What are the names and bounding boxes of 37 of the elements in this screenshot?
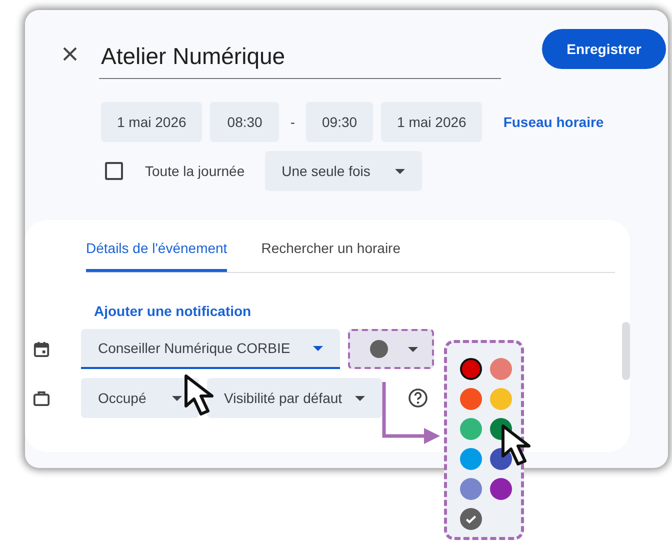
help-icon[interactable] [408, 388, 428, 408]
all-day-checkbox[interactable] [105, 162, 123, 180]
briefcase-icon [33, 390, 50, 406]
color-swatch[interactable] [460, 478, 482, 500]
color-picker-button[interactable] [348, 329, 434, 369]
color-swatch[interactable] [460, 418, 482, 440]
title-field[interactable]: Atelier Numérique [99, 33, 501, 79]
color-swatch[interactable] [490, 388, 512, 410]
tab[interactable]: Détails de l'événement [86, 220, 228, 272]
date-time-field[interactable]: 08:30 [210, 102, 280, 142]
tab[interactable]: Rechercher un horaire [261, 220, 400, 272]
color-swatch[interactable] [460, 388, 482, 410]
visibility-dropdown[interactable]: Visibilité par défaut [207, 378, 382, 418]
color-swatch[interactable] [460, 448, 482, 470]
caret-icon [172, 396, 182, 400]
timezone-link[interactable]: Fuseau horaire [503, 114, 604, 130]
annotation-arrow [382, 382, 442, 442]
scrollbar[interactable] [622, 322, 630, 380]
close-icon[interactable] [63, 47, 77, 61]
add-notification-link[interactable]: Ajouter une notification [94, 303, 630, 319]
caret-icon [355, 396, 365, 400]
color-swatch[interactable] [490, 358, 512, 380]
all-day-label: Toute la journée [145, 163, 245, 179]
date-time-field[interactable]: 1 mai 2026 [381, 102, 482, 142]
caret-icon [394, 168, 405, 174]
range-separator: - [290, 114, 295, 130]
repeat-dropdown[interactable]: Une seule fois [264, 151, 422, 191]
color-swatch[interactable] [460, 508, 482, 530]
calendar-dropdown[interactable]: Conseiller Numérique CORBIE [81, 329, 340, 369]
caret-icon [313, 346, 323, 350]
color-swatch[interactable] [460, 358, 482, 380]
caret-icon [408, 346, 418, 352]
date-time-field[interactable]: 1 mai 2026 [101, 102, 202, 142]
calendar-icon [33, 340, 50, 358]
date-time-field[interactable]: 09:30 [306, 102, 374, 142]
save-button[interactable]: Enregistrer [542, 29, 666, 69]
color-swatch[interactable] [490, 478, 512, 500]
